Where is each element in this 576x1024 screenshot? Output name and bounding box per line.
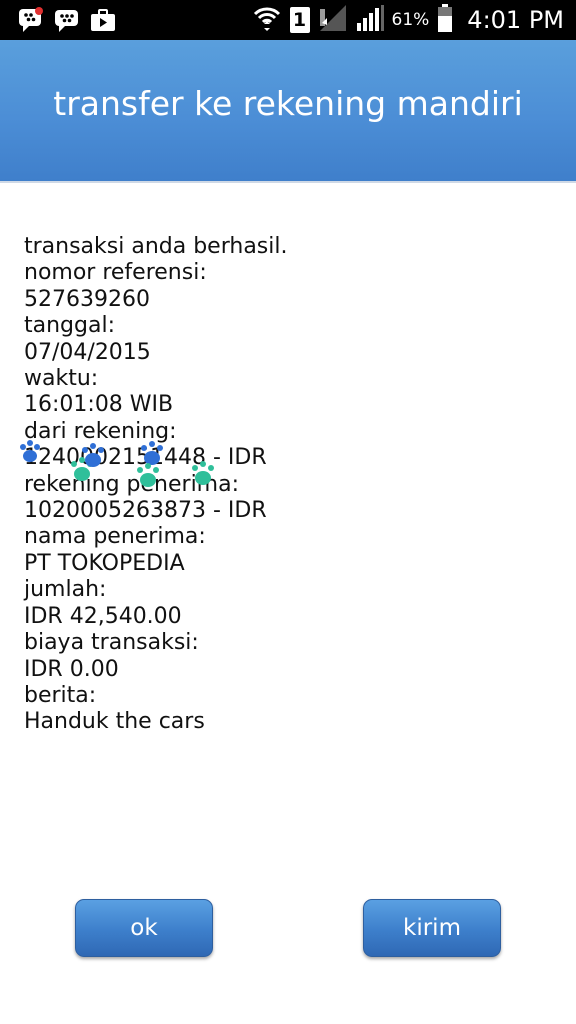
bbm-icon bbox=[18, 7, 44, 33]
fee-label: biaya transaksi: bbox=[24, 630, 199, 656]
amount-label: jumlah: bbox=[24, 577, 107, 603]
briefcase-icon bbox=[90, 7, 116, 33]
recipient-account-label: rekening penerima: bbox=[24, 471, 240, 497]
ok-button[interactable]: ok bbox=[75, 899, 213, 957]
date-label: tanggal: bbox=[24, 313, 115, 339]
kirim-button[interactable]: kirim bbox=[363, 899, 501, 957]
page-title: transfer ke rekening mandiri bbox=[53, 84, 523, 123]
notification-icons bbox=[18, 7, 116, 33]
sim-indicator: 1 bbox=[289, 7, 310, 33]
wifi-icon bbox=[252, 4, 282, 36]
transaction-receipt: transaksi anda berhasil. nomor referensi… bbox=[24, 234, 544, 736]
date-value: 07/04/2015 bbox=[24, 339, 151, 365]
bbm-chat-icon bbox=[54, 7, 80, 33]
note-value: Handuk the cars bbox=[24, 709, 205, 735]
header-bar: transfer ke rekening mandiri bbox=[0, 40, 576, 183]
battery-icon bbox=[437, 4, 453, 36]
reference-value: 527639260 bbox=[24, 286, 150, 312]
system-status: 1 61% 4:01 PM bbox=[252, 4, 564, 36]
status-bar: 1 61% 4:01 PM bbox=[0, 0, 576, 40]
clock: 4:01 PM bbox=[467, 6, 564, 34]
battery-percent: 61% bbox=[391, 10, 430, 30]
recipient-name-value: PT TOKOPEDIA bbox=[24, 550, 185, 576]
time-value: 16:01:08 WIB bbox=[24, 392, 174, 418]
recipient-name-label: nama penerima: bbox=[24, 524, 206, 550]
amount-value: IDR 42,540.00 bbox=[24, 603, 182, 629]
recipient-account-value: 1020005263873 - IDR bbox=[24, 498, 267, 524]
fee-value: IDR 0.00 bbox=[24, 656, 119, 682]
source-account-label: dari rekening: bbox=[24, 418, 177, 444]
note-label: berita: bbox=[24, 682, 97, 708]
signal-icon-sim1 bbox=[318, 5, 348, 35]
source-account-value: 1240002151448 - IDR bbox=[24, 445, 267, 471]
reference-label: nomor referensi: bbox=[24, 260, 207, 286]
status-message: transaksi anda berhasil. bbox=[24, 234, 288, 259]
signal-icon-sim2 bbox=[356, 5, 384, 35]
time-label: waktu: bbox=[24, 366, 99, 392]
